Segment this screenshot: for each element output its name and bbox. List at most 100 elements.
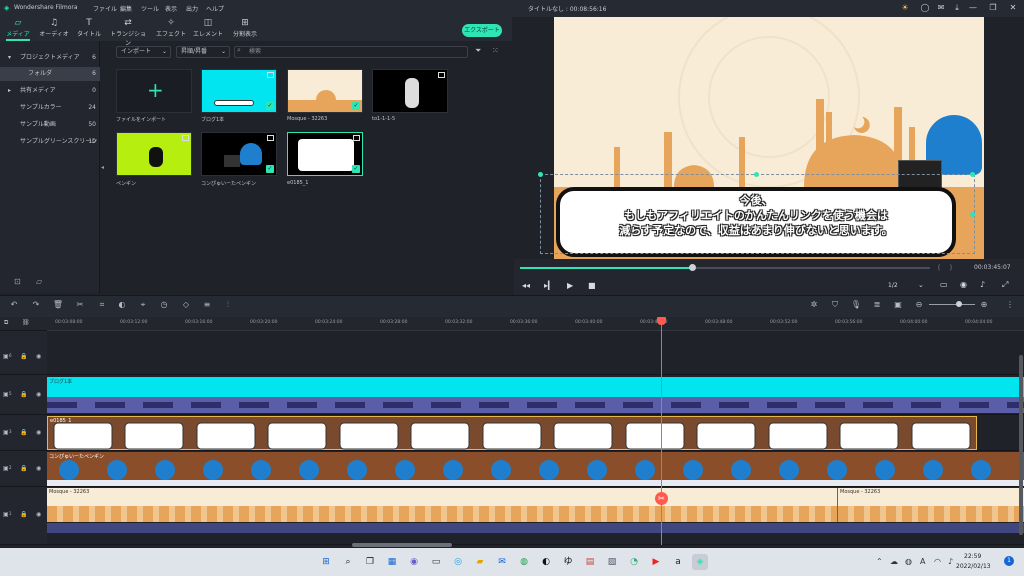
chrome-icon[interactable]: ◍ — [516, 554, 532, 570]
audio-wave-icon[interactable]: ⫶ — [222, 300, 234, 310]
sidebar-item-project-media[interactable]: ▾ プロジェクトメディア 6 — [0, 51, 100, 65]
tab-split[interactable]: ⊞ 分割表示 — [230, 18, 260, 40]
clip-frame[interactable]: e0185_1 — [47, 416, 977, 450]
delete-icon[interactable]: 🗑 — [52, 300, 64, 309]
chevron-down-icon[interactable]: ⌄ — [918, 281, 924, 289]
notification-badge[interactable]: 1 — [1004, 556, 1014, 566]
minimize-icon[interactable]: — — [966, 2, 980, 14]
color-icon[interactable]: ◐ — [116, 300, 128, 309]
add-track-icon[interactable]: ⧉ — [4, 319, 8, 327]
lock-icon[interactable]: 🔒 — [20, 465, 27, 472]
lock-icon[interactable]: 🔒 — [20, 511, 27, 518]
lock-icon[interactable]: 🔒 — [20, 429, 27, 436]
menu-edit[interactable]: 編集 — [120, 4, 132, 13]
font-app-icon[interactable]: ゆ — [560, 554, 576, 570]
eye-icon[interactable]: ◉ — [36, 511, 41, 518]
media-thumb-computer-penguin[interactable]: ✓ — [201, 132, 277, 176]
tab-media[interactable]: ▱ メディア — [4, 18, 32, 41]
play-slow-icon[interactable]: ▸▎ — [544, 281, 554, 290]
app-tray-icon[interactable]: ◍ — [905, 557, 912, 566]
cloud-icon[interactable]: ☁ — [890, 557, 898, 566]
playhead-handle[interactable] — [657, 317, 666, 325]
track-2[interactable]: コンぴゅいーたペンギン — [47, 451, 1024, 487]
track-3[interactable]: e0185_1 — [47, 415, 1024, 451]
render-icon[interactable]: ✲ — [808, 300, 820, 309]
filter-icon[interactable]: ⏷ — [475, 46, 481, 56]
mark-out-icon[interactable]: ｝ — [950, 263, 956, 272]
clock-date[interactable]: 2022/02/13 — [956, 563, 991, 570]
resize-handle[interactable] — [538, 172, 543, 177]
chevron-up-icon[interactable]: ⌃ — [876, 557, 883, 566]
menu-icon[interactable]: ⋮ — [1004, 300, 1016, 309]
play-icon[interactable]: ▶ — [567, 281, 573, 290]
sidebar-item-sample-colors[interactable]: サンプルカラー 24 — [0, 101, 100, 115]
menu-view[interactable]: 表示 — [165, 4, 177, 13]
stop-icon[interactable]: ■ — [588, 281, 596, 290]
bulb-icon[interactable]: ☀ — [898, 2, 912, 14]
progress-knob[interactable] — [689, 264, 697, 271]
eye-icon[interactable]: ◉ — [36, 391, 41, 398]
import-dropdown[interactable]: インポート ⌄ — [116, 46, 171, 58]
zoom-slider[interactable] — [929, 304, 975, 305]
menu-file[interactable]: ファイル — [93, 4, 117, 13]
selection-box[interactable] — [540, 174, 975, 254]
new-folder-icon[interactable]: ⊡ — [14, 277, 21, 286]
sidebar-item-folder[interactable]: フォルダ 6 — [0, 67, 100, 81]
lock-icon[interactable]: 🔒 — [20, 353, 27, 360]
app-icon[interactable]: ▤ — [582, 554, 598, 570]
fullscreen-icon[interactable]: ⤢ — [1002, 280, 1008, 290]
clock-time[interactable]: 22:59 — [964, 553, 981, 560]
volume-icon[interactable]: ♪ — [980, 280, 985, 289]
eye-icon[interactable]: ◉ — [36, 429, 41, 436]
zoom-out-icon[interactable]: ⊖ — [913, 300, 925, 309]
mail-icon[interactable]: ✉ — [934, 2, 948, 14]
playhead[interactable] — [661, 317, 662, 545]
chat-icon[interactable]: ◉ — [406, 554, 422, 570]
timeline-ruler[interactable]: 00:03:08:00 00:03:12:00 00:03:16:00 00:0… — [47, 317, 1024, 331]
search-icon[interactable]: ⌕ — [340, 554, 356, 570]
app-icon[interactable]: ▧ — [604, 554, 620, 570]
menu-export[interactable]: 出力 — [186, 4, 198, 13]
media-thumb-blog[interactable]: ✓ — [201, 69, 277, 113]
edge-icon[interactable]: ◎ — [450, 554, 466, 570]
wifi-icon[interactable]: ◠ — [934, 557, 941, 566]
mark-in-icon[interactable]: ｛ — [934, 263, 940, 272]
grid-view-icon[interactable]: ⁙ — [492, 46, 499, 55]
task-view-icon[interactable]: ❐ — [362, 554, 378, 570]
track-1[interactable]: Mosque - 32263 Mosque - 32263 — [47, 487, 1024, 545]
timer-icon[interactable]: ◷ — [158, 300, 170, 309]
amazon-icon[interactable]: a — [670, 554, 686, 570]
collapse-arrow-icon[interactable]: ◂ — [101, 164, 104, 171]
explorer-icon[interactable]: ▭ — [428, 554, 444, 570]
resize-handle[interactable] — [754, 172, 759, 177]
mic-icon[interactable]: 🎙 — [850, 300, 862, 309]
zoom-in-icon[interactable]: ⊕ — [978, 300, 990, 309]
monitor-icon[interactable]: ▭ — [940, 280, 948, 289]
prev-frame-icon[interactable]: ◂◂ — [522, 281, 530, 290]
app-icon[interactable]: ◐ — [538, 554, 554, 570]
crop-icon[interactable]: ⌗ — [96, 300, 108, 310]
youtube-icon[interactable]: ▶ — [648, 554, 664, 570]
font-icon[interactable]: A — [920, 557, 925, 566]
zoom-knob[interactable] — [956, 301, 962, 307]
clip-computer-penguin[interactable]: コンぴゅいーたペンギン — [47, 452, 1024, 486]
clip-blog[interactable]: ブログ1本 — [47, 377, 1024, 397]
track-6[interactable] — [47, 331, 1024, 375]
undo-icon[interactable]: ↶ — [8, 300, 20, 309]
filmora-taskbar-icon[interactable]: ◈ — [692, 554, 708, 570]
cut-icon[interactable]: ✂ — [74, 300, 86, 309]
menu-help[interactable]: ヘルプ — [206, 4, 224, 13]
eye-icon[interactable]: ◉ — [36, 465, 41, 472]
media-thumb-mosque[interactable]: ✓ — [287, 69, 363, 113]
tab-audio[interactable]: ♫ オーディオ — [38, 18, 70, 40]
sort-dropdown[interactable]: 昇順/昇番 ⌄ — [176, 46, 230, 58]
zoom-select[interactable]: 1/2 — [888, 282, 898, 289]
sidebar-item-shared[interactable]: ▸ 共有メディア 0 — [0, 84, 100, 98]
caption-icon[interactable]: ▣ — [892, 300, 904, 309]
search-input[interactable]: 検索 — [234, 46, 468, 58]
mail-icon[interactable]: ✉ — [494, 554, 510, 570]
resize-handle[interactable] — [970, 212, 975, 217]
media-thumb-penguin-clip[interactable] — [372, 69, 448, 113]
download-icon[interactable]: ⤓ — [950, 2, 964, 14]
clip-mosque-1[interactable]: Mosque - 32263 — [47, 488, 837, 522]
